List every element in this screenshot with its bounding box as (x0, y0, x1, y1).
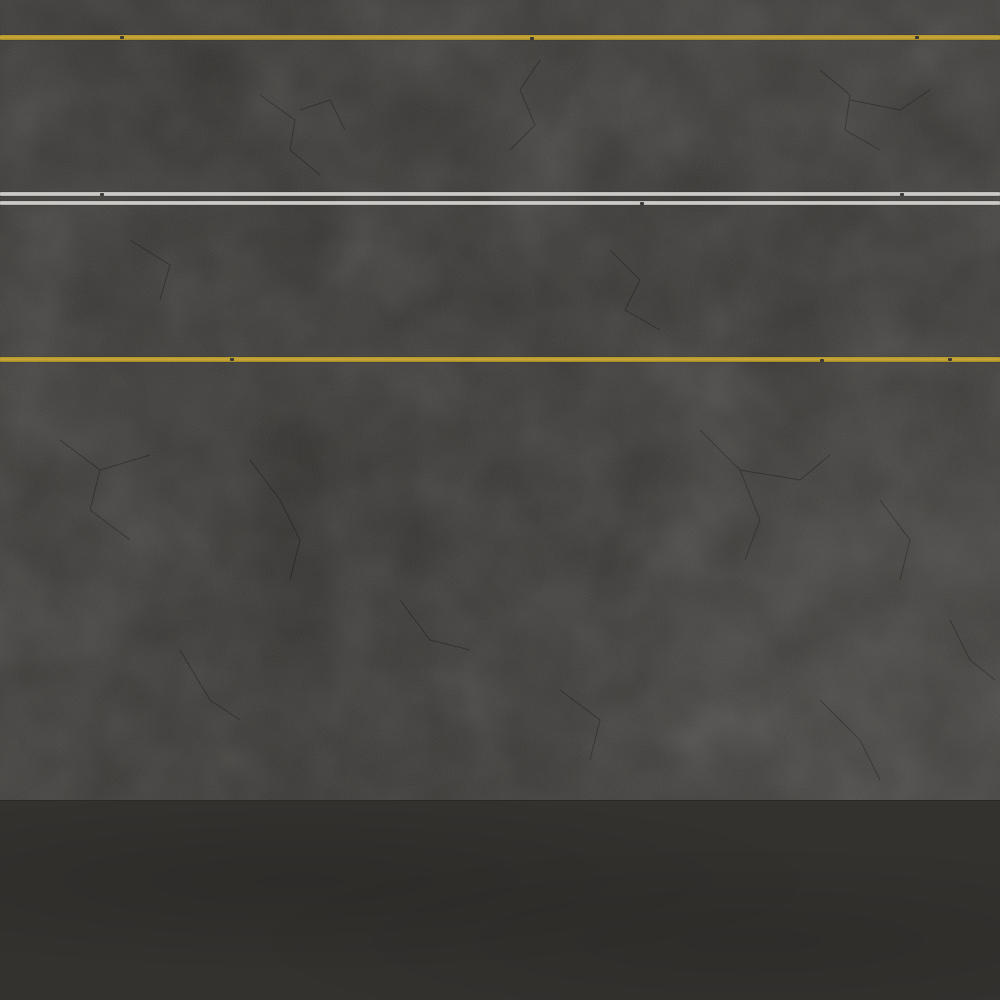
paint-chip (120, 36, 124, 39)
road-surface (0, 0, 1000, 1000)
paint-chip (230, 358, 234, 361)
paint-chip (948, 358, 952, 361)
paint-chip (915, 36, 919, 39)
paint-chip (640, 202, 644, 205)
paint-chip (530, 37, 534, 40)
yellow-lane-line-middle (0, 357, 1000, 362)
paint-chip (820, 359, 824, 362)
paint-chip (900, 193, 904, 196)
paint-chip (100, 193, 104, 196)
road-shoulder (0, 800, 1000, 1000)
yellow-lane-line-top (0, 35, 1000, 40)
white-lane-line-upper (0, 192, 1000, 196)
white-lane-line-lower (0, 201, 1000, 205)
